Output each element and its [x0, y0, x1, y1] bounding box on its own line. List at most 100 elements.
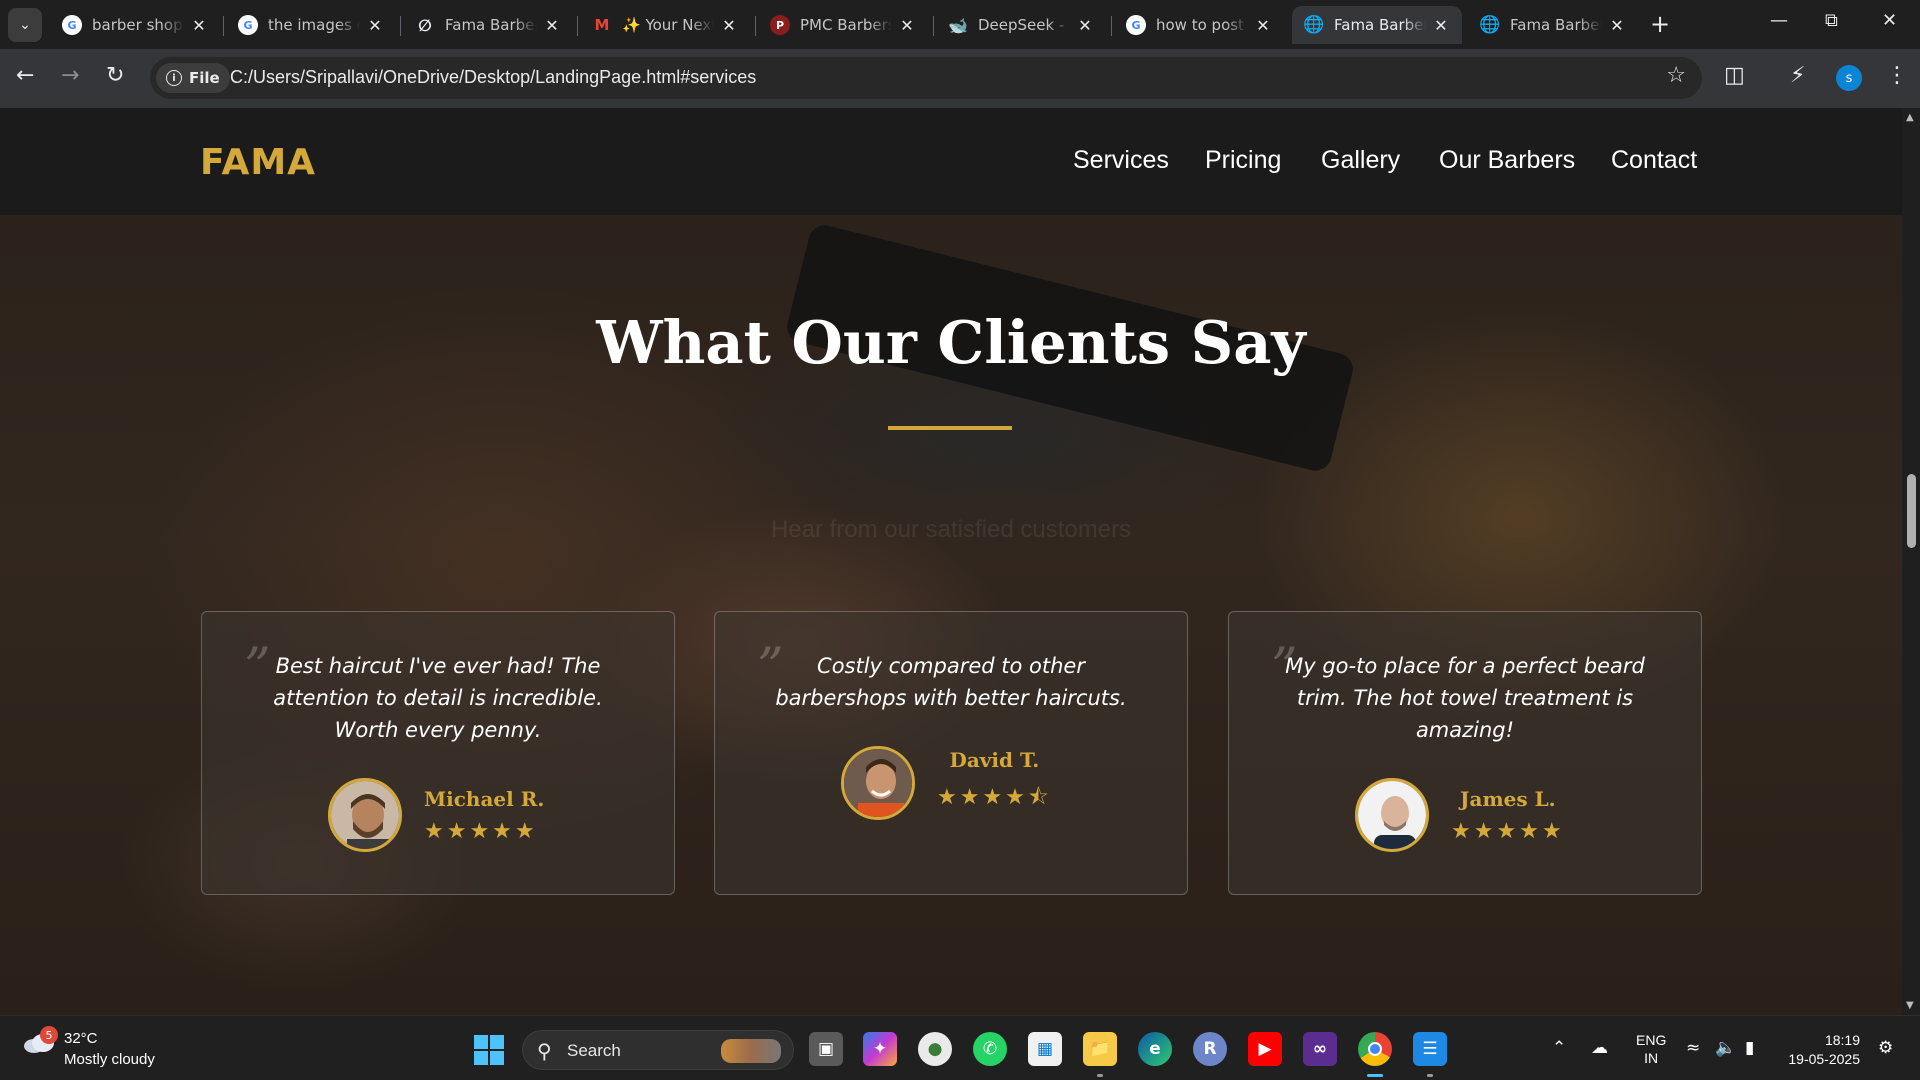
restore-icon[interactable]: ⧉ [1825, 10, 1838, 31]
close-tab-icon[interactable]: ✕ [898, 16, 916, 35]
star-rating: ★★★★★ [1451, 818, 1565, 844]
tab-separator [1111, 16, 1112, 36]
profile-avatar[interactable]: s [1836, 65, 1862, 91]
pmc-icon: P [770, 15, 790, 35]
youtube-icon[interactable]: ▶ [1248, 1032, 1282, 1066]
app-running-indicator [1097, 1074, 1103, 1077]
tab-5[interactable]: P PMC Barbersh ✕ [758, 6, 928, 44]
search-icon: ⚲ [537, 1039, 552, 1063]
minimize-icon[interactable]: — [1770, 10, 1788, 31]
close-tab-icon[interactable]: ✕ [1076, 16, 1094, 35]
tab-6[interactable]: 🐋 DeepSeek - In ✕ [936, 6, 1106, 44]
notifications-icon[interactable]: ⚙ [1878, 1038, 1893, 1058]
system-clock[interactable]: 18:19 19-05-2025 [1780, 1031, 1860, 1069]
tab-title: PMC Barbersh [800, 16, 892, 34]
volume-muted-icon[interactable]: 🔈 [1715, 1038, 1736, 1058]
testimonial-card: ” My go-to place for a perfect beard tri… [1228, 611, 1702, 895]
language-indicator[interactable]: ENG IN [1636, 1031, 1666, 1067]
tab-3[interactable]: ∅ Fama Barber S ✕ [403, 6, 573, 44]
new-tab-button[interactable]: + [1650, 12, 1670, 36]
tab-title: Fama Barber [1334, 16, 1426, 34]
forward-icon[interactable]: → [61, 63, 79, 88]
scroll-thumb[interactable] [1907, 474, 1916, 548]
extensions-icon[interactable]: ◫ [1724, 63, 1745, 88]
testimonial-author: David T. ★★★★⯪ [841, 746, 1052, 820]
task-view-icon[interactable]: ▣ [809, 1032, 843, 1066]
file-explorer-icon[interactable]: 📁 [1083, 1032, 1117, 1066]
region-code: IN [1644, 1050, 1659, 1066]
testimonial-card: ” Best haircut I've ever had! The attent… [201, 611, 675, 895]
chrome-icon[interactable] [1358, 1032, 1392, 1066]
close-window-icon[interactable]: ✕ [1882, 10, 1897, 31]
visual-studio-icon[interactable]: ∞ [1303, 1032, 1337, 1066]
scroll-down-icon[interactable]: ▼ [1906, 1000, 1914, 1011]
chevron-down-icon: ⌄ [19, 17, 31, 33]
tab-separator [400, 16, 401, 36]
nav-pricing[interactable]: Pricing [1205, 146, 1281, 175]
wifi-icon[interactable]: ≈ [1686, 1038, 1700, 1058]
tab-7[interactable]: G how to post r ✕ [1114, 6, 1284, 44]
close-tab-icon[interactable]: ✕ [543, 16, 561, 35]
whatsapp-icon[interactable]: ✆ [973, 1032, 1007, 1066]
page-scrollbar[interactable]: ▲ ▼ [1902, 108, 1920, 1015]
clock-time: 18:19 [1824, 1032, 1860, 1048]
bookmark-star-icon[interactable]: ☆ [1666, 63, 1686, 88]
chrome-alt-icon[interactable]: ● [918, 1032, 952, 1066]
tab-2[interactable]: G the images o ✕ [226, 6, 396, 44]
tab-separator [933, 16, 934, 36]
nav-services[interactable]: Services [1073, 146, 1169, 175]
site-navbar: FAMA Services Pricing Gallery Our Barber… [0, 108, 1902, 215]
star-rating: ★★★★★ [424, 818, 538, 844]
copilot-icon[interactable]: ✦ [863, 1032, 897, 1066]
notepad-icon[interactable]: ☰ [1413, 1032, 1447, 1066]
reload-icon[interactable]: ↻ [106, 63, 124, 88]
address-bar[interactable]: i File C:/Users/Sripallavi/OneDrive/Desk… [150, 57, 1702, 99]
weather-alert-badge: 5 [40, 1026, 58, 1044]
star-rating: ★★★★⯪ [937, 785, 1052, 810]
nav-gallery[interactable]: Gallery [1321, 146, 1400, 175]
microsoft-store-icon[interactable]: ▦ [1028, 1032, 1062, 1066]
gmail-icon: M [594, 16, 610, 34]
search-highlight-image [721, 1039, 781, 1063]
performance-icon[interactable]: ⚡ [1790, 63, 1805, 88]
tab-8-active[interactable]: 🌐 Fama Barber ✕ [1292, 6, 1462, 44]
show-hidden-icons-chevron[interactable]: ⌃ [1552, 1038, 1566, 1058]
tab-1[interactable]: G barber shop p ✕ [50, 6, 220, 44]
close-tab-icon[interactable]: ✕ [1608, 16, 1626, 35]
tab-strip: ⌄ G barber shop p ✕ G the images o ✕ ∅ F… [0, 0, 1920, 49]
globe-icon: 🌐 [1303, 15, 1325, 35]
taskbar-search[interactable]: ⚲ Search [522, 1030, 794, 1070]
close-tab-icon[interactable]: ✕ [720, 16, 738, 35]
nav-our-barbers[interactable]: Our Barbers [1439, 146, 1575, 175]
site-logo[interactable]: FAMA [200, 142, 316, 183]
info-icon: i [166, 70, 182, 86]
onedrive-icon[interactable]: ☁ [1591, 1038, 1608, 1058]
site-info-chip[interactable]: i File [156, 63, 230, 93]
testimonial-quote: Costly compared to other barbershops wit… [775, 654, 1127, 710]
windows-start-icon[interactable] [474, 1035, 504, 1065]
tab-4[interactable]: M ✨ Your Next ✕ [580, 6, 750, 44]
url-text[interactable]: C:/Users/Sripallavi/OneDrive/Desktop/Lan… [230, 67, 756, 88]
tab-title: ✨ Your Next [622, 16, 714, 34]
close-tab-icon[interactable]: ✕ [1432, 16, 1450, 35]
scroll-up-icon[interactable]: ▲ [1906, 112, 1914, 123]
weather-temperature: 32°C [64, 1030, 98, 1047]
globe-icon: 🌐 [1479, 15, 1501, 35]
edge-icon[interactable]: e [1138, 1032, 1172, 1066]
section-title: What Our Clients Say [596, 308, 1306, 377]
menu-kebab-icon[interactable]: ⋮ [1886, 63, 1908, 88]
title-underline [888, 426, 1012, 430]
testimonial-author: James L. ★★★★★ [1355, 778, 1565, 852]
tab-9[interactable]: 🌐 Fama Barber ✕ [1468, 6, 1638, 44]
nav-contact[interactable]: Contact [1611, 146, 1697, 175]
r-app-icon[interactable]: R [1193, 1032, 1227, 1066]
close-tab-icon[interactable]: ✕ [366, 16, 384, 35]
back-icon[interactable]: ← [16, 63, 34, 88]
tab-search-button[interactable]: ⌄ [8, 8, 42, 42]
close-tab-icon[interactable]: ✕ [1254, 16, 1272, 35]
close-tab-icon[interactable]: ✕ [190, 16, 208, 35]
tab-separator [577, 16, 578, 36]
clock-date: 19-05-2025 [1788, 1051, 1860, 1067]
avatar [841, 746, 915, 820]
battery-icon[interactable]: ▮ [1745, 1038, 1754, 1058]
